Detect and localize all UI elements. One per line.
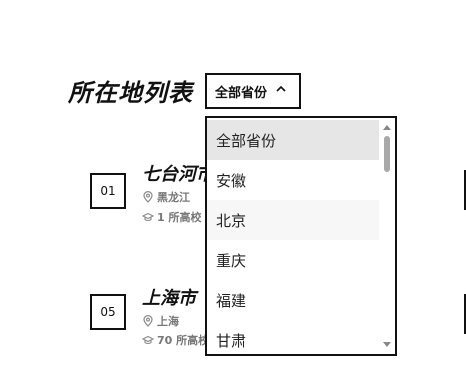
scroll-thumb[interactable]: [384, 136, 390, 172]
graduation-cap-icon: [142, 334, 154, 346]
city-name[interactable]: 七台河市: [142, 160, 214, 186]
location-pin-icon: [142, 191, 154, 203]
province-row: 上海: [142, 313, 179, 329]
item-number: 05: [90, 294, 126, 330]
location-pin-icon: [142, 315, 154, 327]
schools-count: 70 所高校: [157, 334, 210, 347]
dropdown-scrollbar[interactable]: [379, 118, 395, 354]
option-chongqing[interactable]: 重庆: [207, 240, 381, 280]
schools-row: 70 所高校: [142, 332, 209, 348]
province-select[interactable]: 全部省份: [205, 73, 301, 109]
graduation-cap-icon: [142, 211, 154, 223]
option-gansu[interactable]: 甘肃: [207, 320, 381, 354]
province-label: 黑龙江: [157, 191, 190, 204]
item-number: 01: [90, 173, 126, 209]
schools-count: 1 所高校: [157, 211, 202, 224]
province-label: 上海: [157, 315, 179, 328]
page-title: 所在地列表: [68, 79, 193, 107]
city-name[interactable]: 上海市: [142, 284, 196, 310]
option-beijing[interactable]: 北京: [207, 200, 381, 240]
province-dropdown[interactable]: 全部省份 安徽 北京 重庆 福建 甘肃: [205, 116, 397, 356]
option-fujian[interactable]: 福建: [207, 280, 381, 320]
scroll-up-arrow-icon[interactable]: [379, 120, 395, 134]
scroll-down-arrow-icon[interactable]: [379, 338, 395, 352]
option-all-provinces[interactable]: 全部省份: [207, 120, 381, 160]
province-row: 黑龙江: [142, 189, 190, 205]
province-select-value: 全部省份: [215, 85, 268, 101]
option-anhui[interactable]: 安徽: [207, 160, 381, 200]
schools-row: 1 所高校: [142, 209, 201, 225]
chevron-up-icon: [275, 83, 287, 99]
